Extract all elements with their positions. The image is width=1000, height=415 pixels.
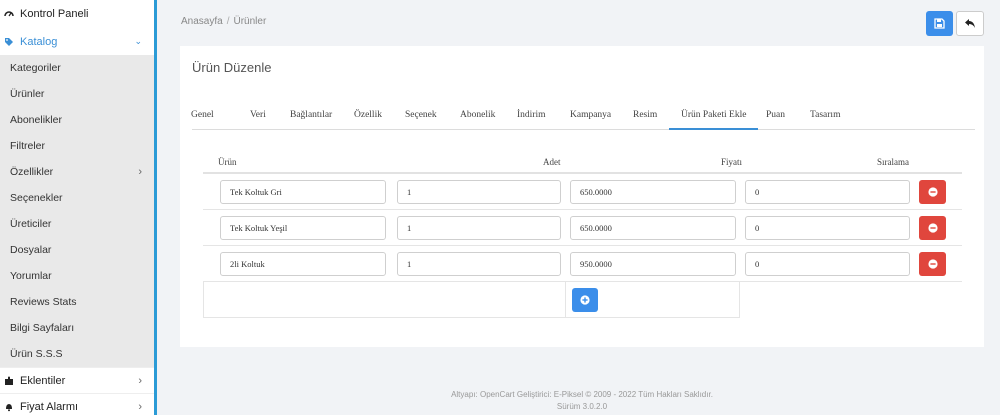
sidebar-subitem[interactable]: Reviews Stats <box>0 289 154 315</box>
breadcrumb-home[interactable]: Anasayfa <box>181 16 223 27</box>
sidebar-item-label: Ürünler <box>10 88 45 100</box>
minus-circle-icon <box>927 223 938 233</box>
table-row: Tek Koltuk Yeşil 1 650.0000 0 <box>203 210 962 246</box>
sidebar-subitem[interactable]: Özellikler › <box>0 159 154 185</box>
footer-version: Sürüm 3.0.2.0 <box>556 402 608 411</box>
sidebar-subitem[interactable]: Ürün S.S.S <box>0 341 154 367</box>
page-title: Ürün Düzenle <box>192 60 272 75</box>
breadcrumb-products[interactable]: Ürünler <box>233 16 266 27</box>
price-input[interactable]: 950.0000 <box>570 252 736 276</box>
chevron-right-icon: › <box>138 166 142 178</box>
column-header-price: Fiyatı <box>721 157 743 167</box>
tab-11[interactable]: Tasarım <box>810 100 840 130</box>
sidebar-subitem[interactable]: Dosyalar <box>0 237 154 263</box>
sidebar-subitem[interactable]: Seçenekler <box>0 185 154 211</box>
sidebar-subitem[interactable]: Filtreler <box>0 133 154 159</box>
sidebar-item-label: Üreticiler <box>10 218 52 230</box>
sidebar-item-label: Seçenekler <box>10 192 63 204</box>
tab-9[interactable]: Ürün Paketi Ekle <box>669 100 759 130</box>
tab-3[interactable]: Özellik <box>354 100 382 130</box>
minus-circle-icon <box>927 259 938 269</box>
column-header-product: Ürün <box>218 157 237 167</box>
sidebar-subitem[interactable]: Yorumlar <box>0 263 154 289</box>
tab-7[interactable]: Kampanya <box>570 100 611 130</box>
quantity-input[interactable]: 1 <box>397 252 561 276</box>
tab-8[interactable]: Resim <box>633 100 657 130</box>
sidebar-subitem[interactable]: Abonelikler <box>0 107 154 133</box>
column-header-qty: Adet <box>543 157 561 167</box>
product-input[interactable]: Tek Koltuk Yeşil <box>220 216 386 240</box>
sidebar-item-catalog[interactable]: Katalog ⌄ <box>0 28 154 55</box>
sidebar-item-price-alarm[interactable]: Fiyat Alarmı › <box>0 393 154 415</box>
tab-5[interactable]: Abonelik <box>460 100 495 130</box>
sidebar-item-label: Yorumlar <box>10 270 52 282</box>
tab-bar: Genel Veri Bağlantılar Özellik Seçenek Abonel… <box>191 100 975 130</box>
column-header-order: Sıralama <box>877 157 909 167</box>
chevron-right-icon: › <box>138 374 142 387</box>
product-edit-panel: Ürün Düzenle Genel Veri Bağlantılar Özellik… <box>180 46 984 347</box>
quantity-input[interactable]: 1 <box>397 180 561 204</box>
quantity-input[interactable]: 1 <box>397 216 561 240</box>
tags-icon <box>5 37 13 46</box>
sidebar-item-label: Katalog <box>20 35 58 48</box>
product-input[interactable]: Tek Koltuk Gri <box>220 180 386 204</box>
chevron-right-icon: › <box>138 400 142 413</box>
sidebar-subitem[interactable]: Ürünler <box>0 81 154 107</box>
remove-row-button[interactable] <box>919 180 946 204</box>
save-button[interactable] <box>926 11 953 36</box>
remove-row-button[interactable] <box>919 252 946 276</box>
price-input[interactable]: 650.0000 <box>570 180 736 204</box>
price-input[interactable]: 650.0000 <box>570 216 736 240</box>
tab-0[interactable]: Genel <box>191 100 214 130</box>
sidebar-subitem[interactable]: Üreticiler <box>0 211 154 237</box>
add-row-button[interactable] <box>572 288 598 312</box>
back-button[interactable] <box>956 11 984 36</box>
plus-circle-icon <box>580 295 590 305</box>
product-input[interactable]: 2li Koltuk <box>220 252 386 276</box>
sidebar-item-label: Eklentiler <box>20 374 66 387</box>
sidebar-item-extensions[interactable]: Eklentiler › <box>0 367 154 393</box>
sidebar-item-label: Ürün S.S.S <box>10 348 63 360</box>
table-footer-cell <box>203 281 566 318</box>
remove-row-button[interactable] <box>919 216 946 240</box>
tab-4[interactable]: Seçenek <box>405 100 437 130</box>
sidebar-item-label: Kategoriler <box>10 62 61 74</box>
sidebar: Kontrol Paneli Katalog ⌄ Kategoriler Ürün… <box>0 0 157 415</box>
sidebar-item-label: Fiyat Alarmı <box>20 400 79 413</box>
breadcrumb: Anasayfa / Ürünler <box>181 16 267 27</box>
sort-order-input[interactable]: 0 <box>745 216 910 240</box>
sidebar-subitem[interactable]: Kategoriler <box>0 55 154 81</box>
sidebar-item-label: Dosyalar <box>10 244 52 256</box>
footer-credits: Altyapı: OpenCart Geliştirici: E-Piksel … <box>451 390 713 399</box>
sidebar-item-label: Filtreler <box>10 140 46 152</box>
table-row: 2li Koltuk 1 950.0000 0 <box>203 246 962 282</box>
sort-order-input[interactable]: 0 <box>745 180 910 204</box>
tab-1[interactable]: Veri <box>250 100 266 130</box>
sidebar-item-label: Özellikler <box>10 166 54 178</box>
tab-10[interactable]: Puan <box>766 100 785 130</box>
puzzle-icon <box>5 376 13 385</box>
dashboard-icon <box>4 11 14 17</box>
sidebar-item-dashboard[interactable]: Kontrol Paneli <box>0 0 154 28</box>
sort-order-input[interactable]: 0 <box>745 252 910 276</box>
table-header: Ürün Adet Fiyatı Sıralama <box>203 148 962 174</box>
chevron-down-icon: ⌄ <box>134 36 142 46</box>
reply-icon <box>965 19 975 28</box>
table-row: Tek Koltuk Gri 1 650.0000 0 <box>203 174 962 210</box>
sidebar-item-label: Bilgi Sayfaları <box>10 322 75 334</box>
tab-6[interactable]: İndirim <box>517 100 546 130</box>
catalog-submenu: Kategoriler Ürünler Abonelikler Filtreler Öz… <box>0 55 154 367</box>
minus-circle-icon <box>927 187 938 197</box>
save-icon <box>934 18 945 29</box>
bell-icon <box>6 403 12 411</box>
sidebar-item-label: Kontrol Paneli <box>20 8 89 20</box>
sidebar-item-label: Reviews Stats <box>10 296 77 308</box>
tab-2[interactable]: Bağlantılar <box>290 100 332 130</box>
sidebar-subitem[interactable]: Bilgi Sayfaları <box>0 315 154 341</box>
sidebar-item-label: Abonelikler <box>10 114 62 126</box>
